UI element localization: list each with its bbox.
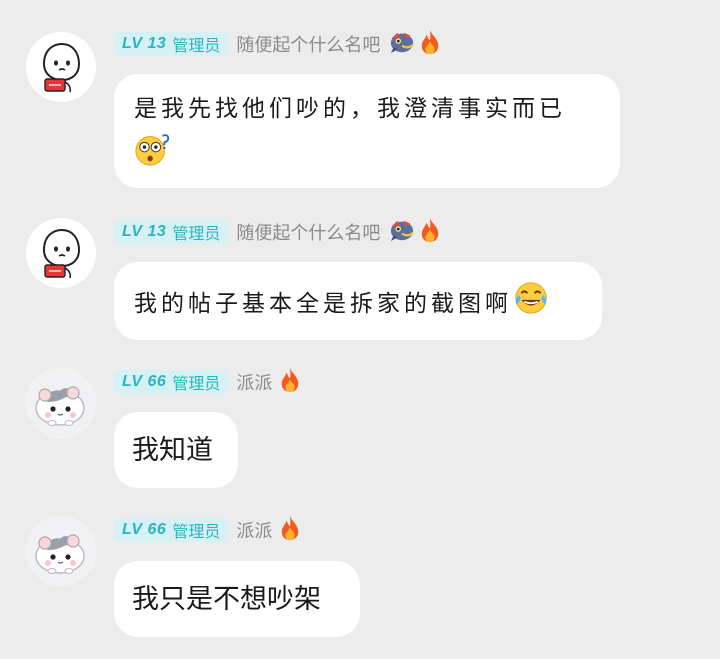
level-text: LV 13 bbox=[122, 223, 167, 240]
message-text: 我只是不想吵架 bbox=[132, 584, 321, 614]
fire-icon bbox=[279, 515, 301, 545]
message-text: 我的帖子基本全是拆家的截图啊 bbox=[134, 291, 512, 317]
laughing-tears-emoji-icon bbox=[512, 279, 550, 331]
avatar[interactable] bbox=[26, 368, 96, 438]
dragon-medal-icon bbox=[387, 217, 417, 247]
avatar[interactable] bbox=[26, 32, 96, 102]
message-header: LV 66 管理员 派派 bbox=[114, 369, 301, 395]
dragon-medal-icon bbox=[387, 29, 417, 59]
fire-icon bbox=[419, 29, 441, 59]
fire-icon bbox=[279, 367, 301, 397]
message-bubble[interactable]: 是我先找他们吵的，我澄清事实而已 bbox=[114, 74, 620, 188]
username[interactable]: 随便起个什么名吧 bbox=[236, 31, 380, 57]
message-text: 是我先找他们吵的，我澄清事实而已 bbox=[134, 96, 566, 122]
role-text: 管理员 bbox=[172, 524, 221, 541]
message-header: LV 13 管理员 随便起个什么名吧 bbox=[114, 219, 441, 245]
level-text: LV 13 bbox=[122, 35, 167, 52]
message-header: LV 13 管理员 随便起个什么名吧 bbox=[114, 31, 441, 57]
username[interactable]: 派派 bbox=[236, 369, 272, 395]
avatar[interactable] bbox=[26, 218, 96, 288]
avatar[interactable] bbox=[26, 516, 96, 586]
role-text: 管理员 bbox=[172, 38, 221, 55]
message-bubble[interactable]: 我知道 bbox=[114, 412, 238, 488]
username[interactable]: 随便起个什么名吧 bbox=[236, 219, 380, 245]
level-badge: LV 13 管理员 bbox=[114, 32, 229, 56]
level-badge: LV 66 管理员 bbox=[114, 518, 229, 542]
level-badge: LV 13 管理员 bbox=[114, 220, 229, 244]
role-text: 管理员 bbox=[172, 376, 221, 393]
level-text: LV 66 bbox=[122, 521, 167, 538]
username[interactable]: 派派 bbox=[236, 517, 272, 543]
level-badge: LV 66 管理员 bbox=[114, 370, 229, 394]
message-header: LV 66 管理员 派派 bbox=[114, 517, 301, 543]
message-bubble[interactable]: 我的帖子基本全是拆家的截图啊 bbox=[114, 262, 602, 340]
role-text: 管理员 bbox=[172, 226, 221, 243]
fire-icon bbox=[419, 217, 441, 247]
shocked-face-emoji-icon bbox=[134, 130, 172, 182]
level-text: LV 66 bbox=[122, 373, 167, 390]
message-text: 我知道 bbox=[132, 435, 213, 465]
message-bubble[interactable]: 我只是不想吵架 bbox=[114, 561, 360, 637]
